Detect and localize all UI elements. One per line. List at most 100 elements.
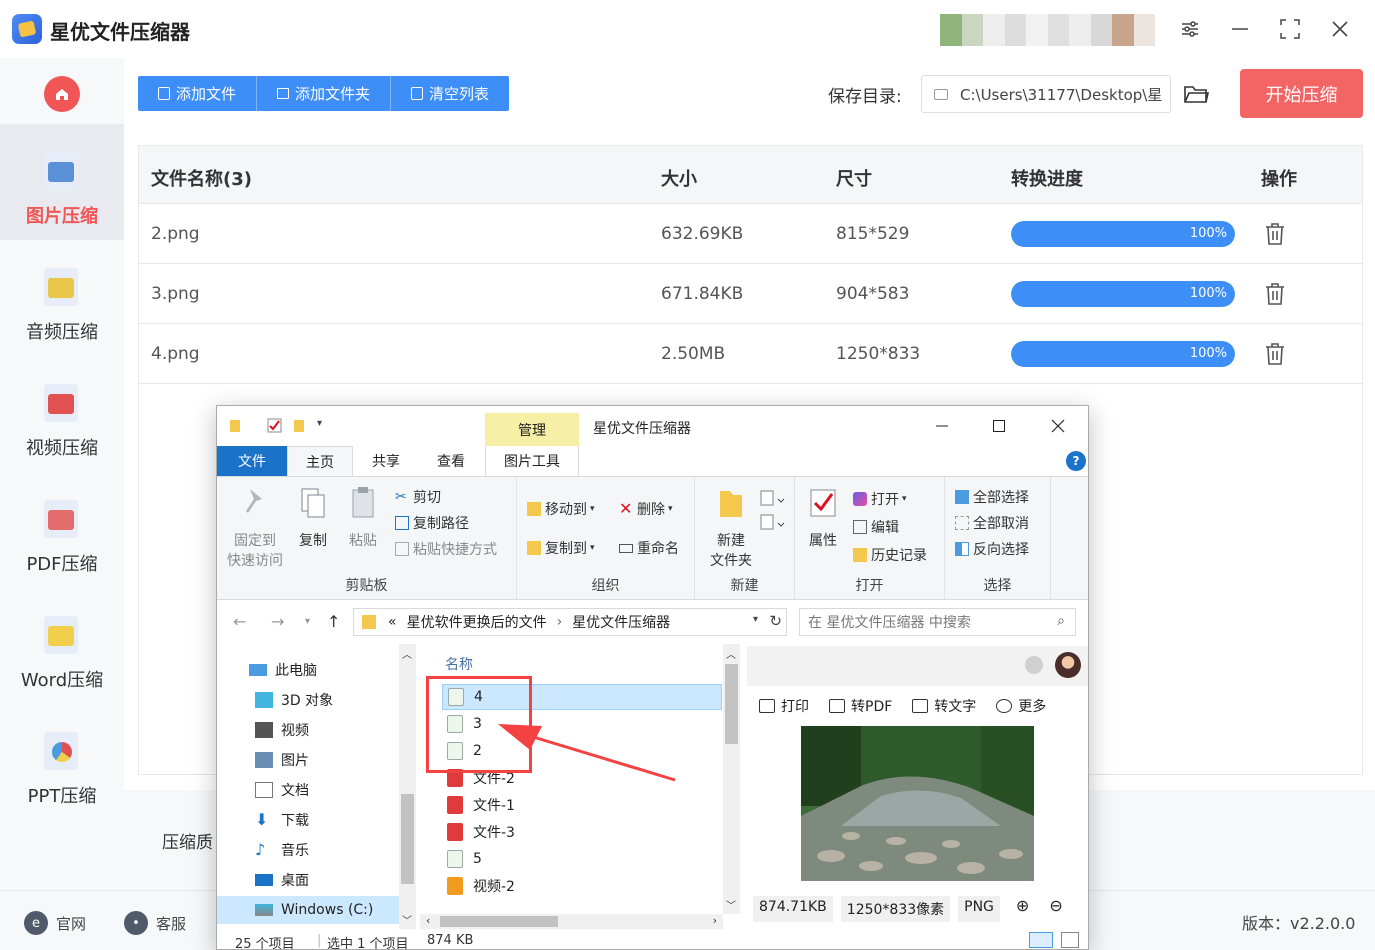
- tab-manage[interactable]: 管理: [485, 413, 579, 447]
- explorer-minimize-icon[interactable]: [927, 416, 957, 436]
- website-link[interactable]: e 官网: [24, 911, 86, 935]
- file-scroll-thumb[interactable]: [725, 664, 738, 744]
- home-button[interactable]: [44, 76, 80, 112]
- select-none-button[interactable]: 全部取消: [955, 513, 1029, 533]
- nav-scroll-thumb[interactable]: [401, 794, 414, 884]
- list-item[interactable]: 5: [442, 846, 722, 872]
- nav-item-desktop[interactable]: 桌面: [255, 870, 309, 890]
- recent-chevron-icon[interactable]: ▾: [305, 616, 310, 627]
- breadcrumb-part[interactable]: 星优软件更换后的文件: [407, 612, 547, 632]
- copy-path-button[interactable]: 复制路径: [395, 513, 469, 533]
- select-all-button[interactable]: 全部选择: [955, 487, 1029, 507]
- file-scrollbar[interactable]: ︿ ﹀: [723, 644, 740, 914]
- nav-item-3d-objects[interactable]: 3D 对象: [255, 690, 333, 710]
- breadcrumb-part[interactable]: 星优文件压缩器: [572, 612, 670, 632]
- nav-item-windows-c[interactable]: Windows (C:): [217, 896, 399, 924]
- delete-trash-icon[interactable]: [1264, 222, 1286, 246]
- settings-hex-icon[interactable]: [1025, 656, 1043, 674]
- nav-item-music[interactable]: ♪ 音乐: [255, 840, 309, 860]
- sidebar-item-ppt-compress[interactable]: PPT压缩: [0, 704, 124, 820]
- scroll-up-icon[interactable]: ︿: [402, 646, 412, 661]
- move-to-button[interactable]: 移动到 ▾: [527, 499, 595, 519]
- address-dropdown-icon[interactable]: ▾: [753, 614, 758, 625]
- user-avatar-blurred[interactable]: [940, 14, 1155, 46]
- sidebar-item-video-compress[interactable]: 视频压缩: [0, 356, 124, 472]
- invert-selection-button[interactable]: 反向选择: [955, 539, 1029, 559]
- save-dir-field[interactable]: C:\Users\31177\Desktop\星: [921, 75, 1171, 113]
- explorer-maximize-icon[interactable]: [984, 416, 1014, 436]
- rename-button[interactable]: 重命名: [619, 538, 679, 558]
- explorer-close-icon[interactable]: [1043, 416, 1073, 436]
- scroll-left-icon[interactable]: ‹: [426, 914, 430, 927]
- add-file-button[interactable]: 添加文件: [138, 76, 258, 111]
- refresh-icon[interactable]: ↻: [769, 612, 782, 630]
- start-compress-button[interactable]: 开始压缩: [1240, 69, 1363, 118]
- add-folder-button[interactable]: 添加文件夹: [257, 76, 392, 111]
- delete-trash-icon[interactable]: [1264, 282, 1286, 306]
- sidebar-item-audio-compress[interactable]: 音频压缩: [0, 240, 124, 356]
- address-overflow[interactable]: «: [388, 614, 397, 630]
- tab-file[interactable]: 文件: [217, 446, 287, 476]
- scroll-up-icon[interactable]: ︿: [726, 646, 736, 661]
- forward-arrow-icon[interactable]: →: [271, 612, 284, 631]
- pin-quick-access-button[interactable]: 固定到 快速访问: [225, 485, 285, 571]
- history-button[interactable]: 历史记录: [853, 545, 927, 565]
- nav-item-this-pc[interactable]: 此电脑: [249, 660, 317, 680]
- new-folder-button[interactable]: 新建 文件夹: [701, 485, 761, 571]
- minimize-icon[interactable]: [1225, 14, 1255, 44]
- help-icon[interactable]: ?: [1066, 451, 1086, 471]
- column-header-name[interactable]: 名称: [445, 654, 473, 674]
- new-item-icons[interactable]: [757, 489, 787, 539]
- browse-folder-button[interactable]: [1182, 80, 1210, 108]
- scroll-down-icon[interactable]: ﹀: [726, 897, 736, 912]
- tab-share[interactable]: 共享: [353, 446, 419, 476]
- open-button[interactable]: 打开 ▾: [853, 489, 907, 509]
- paste-shortcut-button[interactable]: 粘贴快捷方式: [395, 539, 497, 559]
- close-icon[interactable]: [1325, 14, 1355, 44]
- scroll-down-icon[interactable]: ﹀: [402, 912, 412, 927]
- nav-item-documents[interactable]: 文档: [255, 780, 309, 800]
- delete-trash-icon[interactable]: [1264, 342, 1286, 366]
- sidebar-item-image-compress[interactable]: 图片压缩: [0, 124, 124, 240]
- tab-picture-tools[interactable]: 图片工具: [485, 446, 579, 476]
- large-icons-view-icon[interactable]: [1061, 932, 1079, 948]
- customize-toolbar-icon[interactable]: ▾: [317, 418, 322, 429]
- to-text-button[interactable]: 转文字: [912, 696, 976, 716]
- zoom-out-icon[interactable]: ⊖: [1049, 896, 1062, 922]
- settings-sliders-icon[interactable]: [1175, 14, 1205, 44]
- clear-list-button[interactable]: 清空列表: [391, 76, 509, 111]
- address-input[interactable]: « 星优软件更换后的文件 › 星优文件压缩器 ▾ ↻: [353, 608, 787, 636]
- cut-button[interactable]: ✂ 剪切: [395, 487, 441, 507]
- to-pdf-button[interactable]: 转PDF: [829, 696, 892, 716]
- scroll-right-icon[interactable]: ›: [713, 914, 717, 927]
- nav-item-downloads[interactable]: ⬇ 下载: [255, 810, 309, 830]
- details-view-icon[interactable]: [1029, 932, 1053, 948]
- list-item[interactable]: 视频-2: [442, 873, 722, 899]
- more-button[interactable]: 更多: [996, 696, 1046, 716]
- h-scroll-thumb[interactable]: [440, 916, 558, 927]
- maximize-icon[interactable]: [1275, 14, 1305, 44]
- zoom-in-icon[interactable]: ⊕: [1016, 896, 1029, 922]
- list-item[interactable]: 文件-3: [442, 819, 722, 845]
- copy-to-button[interactable]: 复制到 ▾: [527, 538, 595, 558]
- service-link[interactable]: • 客服: [124, 911, 186, 935]
- nav-item-videos[interactable]: 视频: [255, 720, 309, 740]
- back-arrow-icon[interactable]: ←: [233, 612, 246, 631]
- tab-view[interactable]: 查看: [419, 446, 483, 476]
- up-arrow-icon[interactable]: ↑: [327, 612, 340, 631]
- nav-scrollbar[interactable]: ︿ ﹀: [399, 644, 416, 929]
- edit-button[interactable]: 编辑: [853, 517, 899, 537]
- delete-button[interactable]: ✕ 删除 ▾: [619, 499, 673, 519]
- avatar[interactable]: [1055, 652, 1081, 678]
- sidebar-item-pdf-compress[interactable]: PDF压缩: [0, 472, 124, 588]
- properties-check-icon[interactable]: [267, 418, 283, 433]
- nav-item-pictures[interactable]: 图片: [255, 750, 309, 770]
- print-button[interactable]: 打印: [759, 696, 809, 716]
- search-input[interactable]: 在 星优文件压缩器 中搜索 ⌕: [799, 608, 1076, 636]
- list-item[interactable]: 文件-1: [442, 792, 722, 818]
- tab-home[interactable]: 主页: [287, 446, 353, 476]
- paste-button[interactable]: 粘贴: [333, 485, 393, 551]
- new-folder-small-icon[interactable]: [293, 418, 305, 433]
- horizontal-scrollbar[interactable]: ‹ ›: [420, 914, 723, 929]
- properties-button[interactable]: 属性: [795, 485, 851, 551]
